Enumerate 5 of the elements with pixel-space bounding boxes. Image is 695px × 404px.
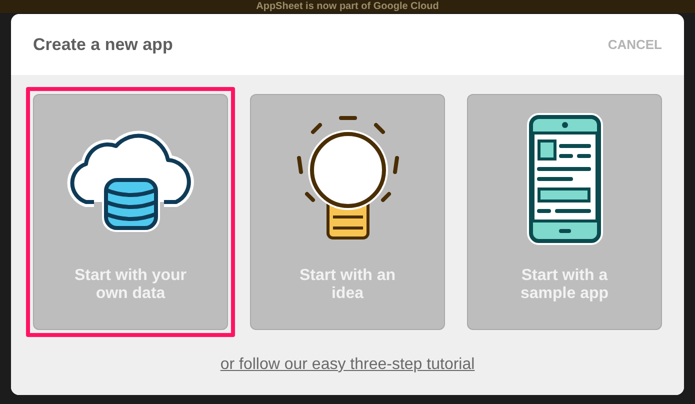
- announcement-banner: AppSheet is now part of Google Cloud: [0, 0, 695, 13]
- phone-icon: [524, 111, 604, 247]
- cancel-button[interactable]: CANCEL: [608, 34, 662, 54]
- tutorial-link[interactable]: or follow our easy three-step tutorial: [220, 353, 475, 377]
- dialog-title: Create a new app: [33, 34, 173, 56]
